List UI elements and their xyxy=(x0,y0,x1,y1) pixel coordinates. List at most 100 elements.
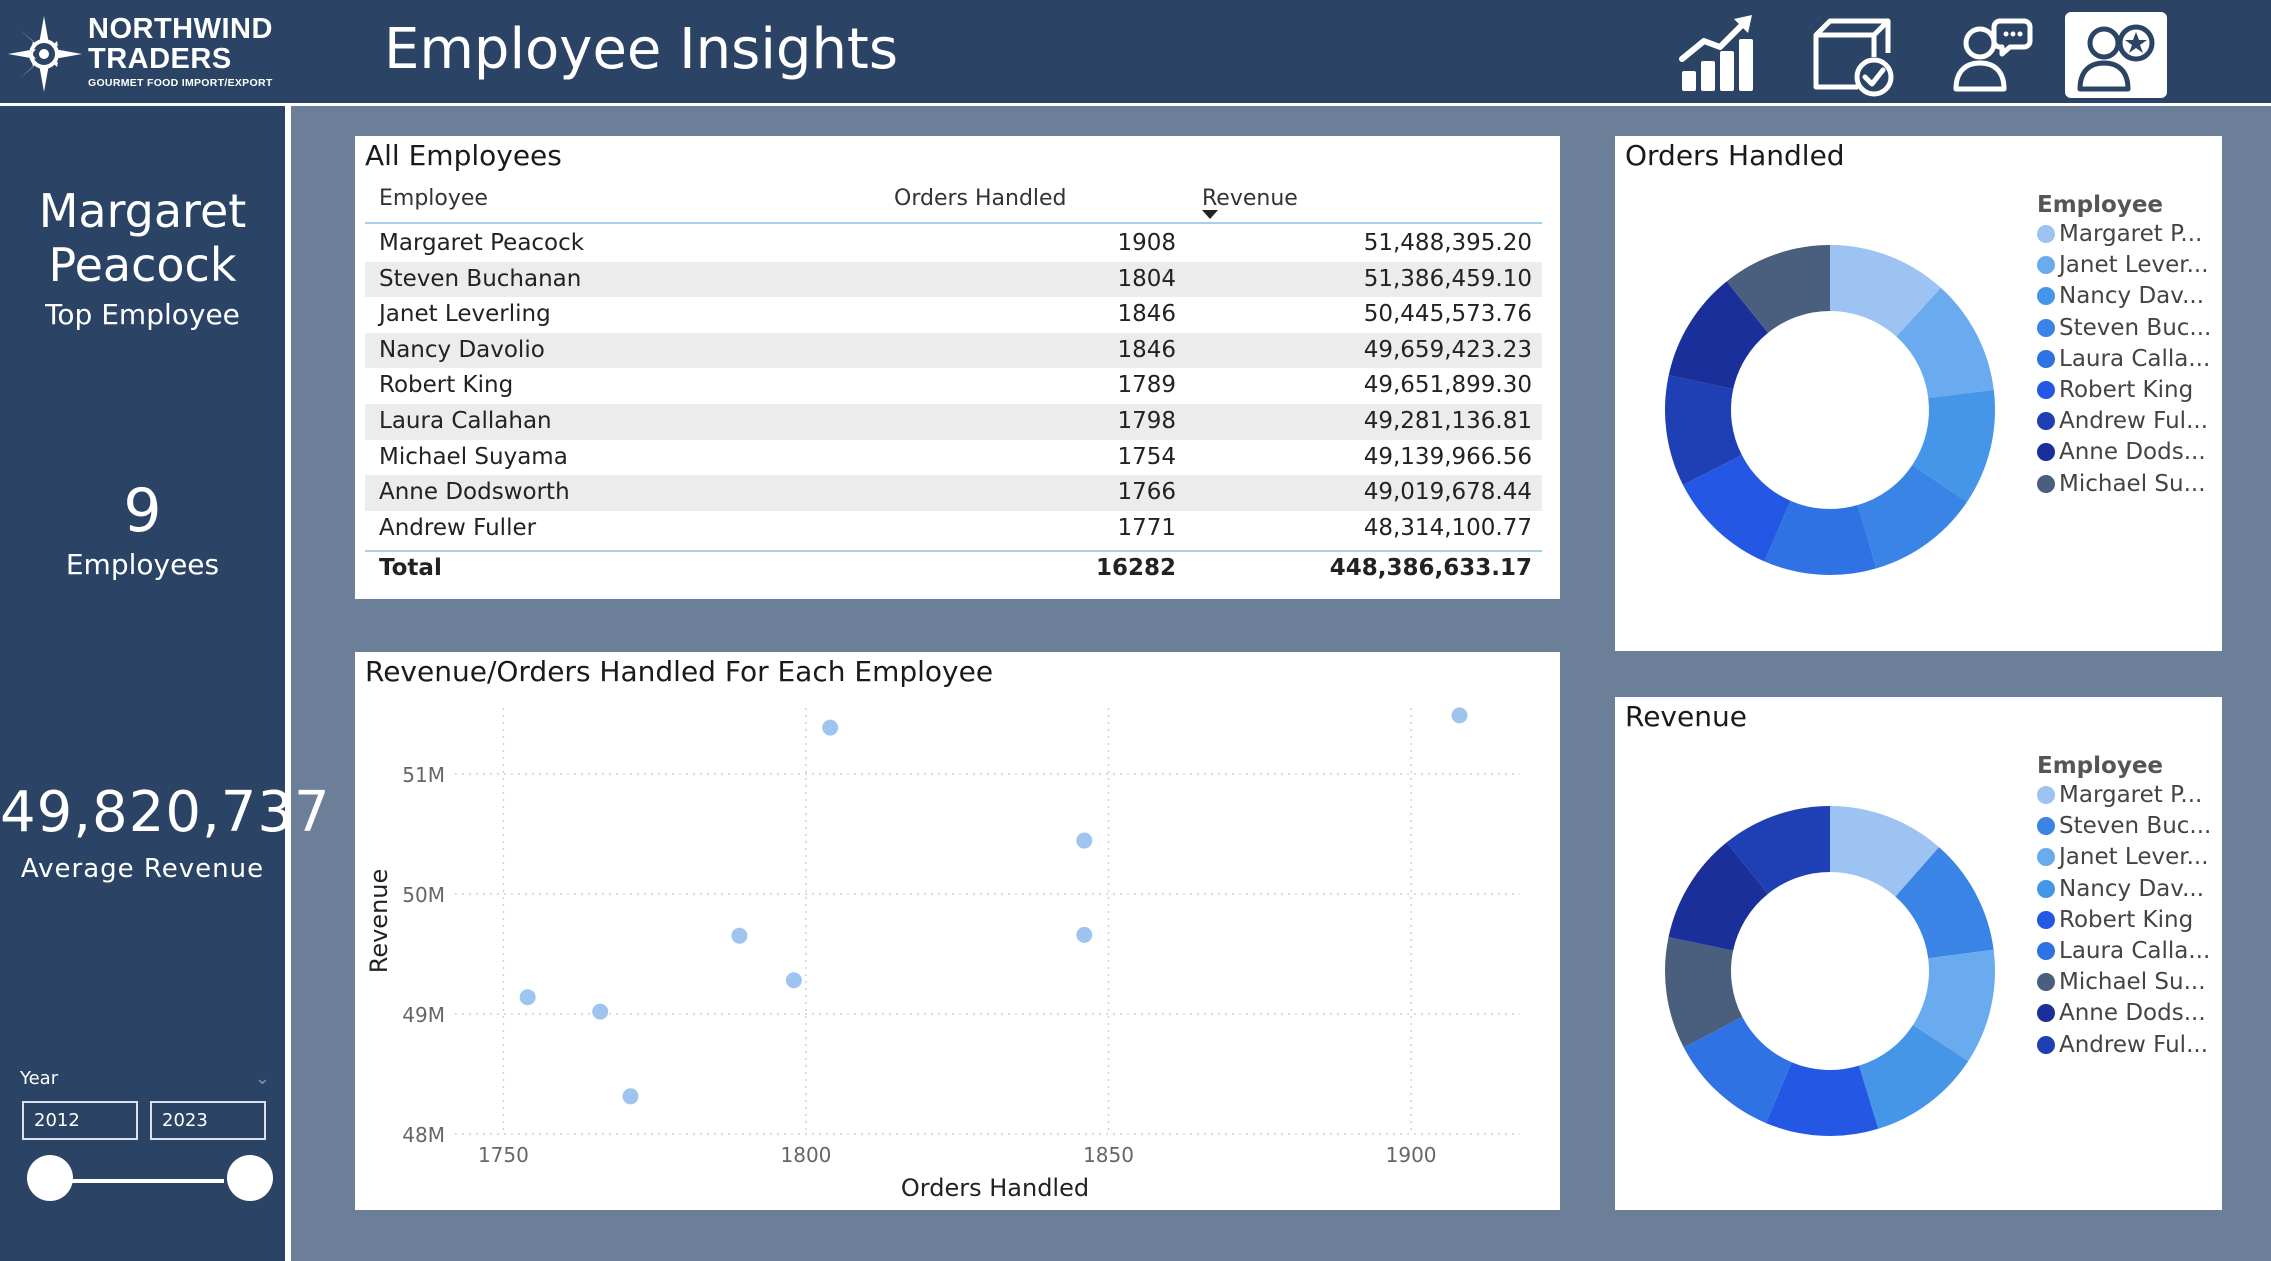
cell-revenue: 51,488,395.20 xyxy=(1363,230,1532,256)
scatter-point xyxy=(731,927,748,944)
cell-revenue: 49,659,423.23 xyxy=(1363,336,1532,363)
table-row[interactable]: Nancy Davolio 1846 49,659,423.23 xyxy=(365,332,1542,369)
year-max-input[interactable]: 2023 xyxy=(150,1101,266,1140)
year-min-input[interactable]: 2012 xyxy=(22,1101,138,1140)
orders-donut-panel: Orders Handled Employee Margaret P... Jane… xyxy=(1615,136,2222,651)
table-row[interactable]: Laura Callahan 1798 49,281,136.81 xyxy=(365,404,1542,440)
table-row[interactable]: Andrew Fuller 1771 48,314,100.77 xyxy=(365,511,1542,547)
table-row[interactable]: Steven Buchanan 1804 51,386,459.10 xyxy=(365,261,1542,298)
legend-item[interactable]: Janet Lever... xyxy=(2037,844,2209,870)
legend-item[interactable]: Margaret P... xyxy=(2037,221,2202,247)
cell-orders: 1908 xyxy=(1117,230,1176,256)
legend-item[interactable]: Laura Calla... xyxy=(2037,938,2210,964)
x-tick-label: 1800 xyxy=(781,1143,832,1167)
legend-marker xyxy=(2037,817,2055,836)
legend-label: Janet Lever... xyxy=(2059,844,2209,871)
legend-item[interactable]: Anne Dods... xyxy=(2037,439,2206,465)
legend-item[interactable]: Janet Lever... xyxy=(2037,252,2209,278)
legend-marker xyxy=(2037,349,2055,368)
legend-marker xyxy=(2037,942,2055,960)
legend-marker xyxy=(2037,879,2055,898)
x-tick-label: 1900 xyxy=(1386,1143,1437,1167)
legend-item[interactable]: Andrew Ful... xyxy=(2037,408,2208,434)
legend-item[interactable]: Steven Buc... xyxy=(2037,813,2211,839)
legend-label: Michael Su... xyxy=(2059,470,2206,497)
year-slider-max-handle[interactable] xyxy=(227,1155,273,1201)
legend-title: Employee xyxy=(2037,192,2164,218)
legend-item[interactable]: Michael Su... xyxy=(2037,471,2206,497)
scatter-chart: 48M 49M 50M 51M 1750 1800 1850 1900 Orders Handl… xyxy=(365,707,1520,1202)
scatter-point xyxy=(1076,926,1093,943)
cell-orders: 1771 xyxy=(1117,514,1176,541)
legend-item[interactable]: Anne Dods... xyxy=(2037,1000,2206,1026)
legend-item[interactable]: Steven Buc... xyxy=(2037,315,2211,341)
header-bar: NORTHWIND TRADERS GOURMET FOOD IMPORT/EX… xyxy=(0,0,2271,103)
legend-item[interactable]: Nancy Dav... xyxy=(2037,876,2204,902)
table-row[interactable]: Robert King 1789 49,651,899.30 xyxy=(365,368,1542,404)
cell-revenue: 49,139,966.56 xyxy=(1363,443,1532,470)
cell-orders: 1804 xyxy=(1117,265,1176,292)
cell-orders: 1846 xyxy=(1117,336,1176,363)
sales-chart-icon xyxy=(1679,15,1753,91)
cell-orders: 1846 xyxy=(1117,301,1176,328)
table-row[interactable]: Janet Leverling 1846 50,445,573.76 xyxy=(365,297,1542,333)
legend-marker xyxy=(2037,786,2055,804)
cell-revenue: 49,281,136.81 xyxy=(1363,408,1532,434)
chevron-down-icon[interactable]: ⌄ xyxy=(255,1068,270,1089)
column-header-orders[interactable]: Orders Handled xyxy=(894,186,1067,211)
legend-marker xyxy=(2037,443,2055,462)
legend-label: Michael Su... xyxy=(2059,969,2206,996)
top-employee-card: Margaret Peacock Top Employee xyxy=(0,184,285,332)
y-axis-label: Revenue xyxy=(365,869,393,974)
nav-sales-button[interactable] xyxy=(1665,12,1767,98)
table-row[interactable]: Margaret Peacock 1908 51,488,395.20 xyxy=(365,226,1542,262)
cell-orders: 1754 xyxy=(1117,443,1176,470)
customers-chat-icon xyxy=(1953,18,2033,92)
nav-customers-button[interactable] xyxy=(1941,12,2043,98)
brand-line-2: TRADERS xyxy=(88,43,232,75)
legend-label: Andrew Ful... xyxy=(2059,408,2209,435)
year-slicer: Year ⌄ 2012 2023 xyxy=(20,1068,270,1168)
legend-item[interactable]: Laura Calla... xyxy=(2037,346,2210,372)
revenue-donut-panel: Revenue Employee Margaret P... Steven Buc.… xyxy=(1615,697,2222,1210)
average-revenue-value: 49,820,737 xyxy=(0,780,331,845)
cell-orders: 1766 xyxy=(1117,479,1176,506)
legend-item[interactable]: Robert King xyxy=(2037,377,2193,403)
table-header: Employee Orders Handled Revenue xyxy=(365,180,1542,224)
scatter-point xyxy=(519,989,536,1006)
year-slider-min-handle[interactable] xyxy=(27,1155,73,1201)
scatter-point xyxy=(622,1088,639,1105)
legend-label: Andrew Ful... xyxy=(2059,1031,2209,1058)
top-employee-label: Top Employee xyxy=(45,298,240,331)
legend-item[interactable]: Nancy Dav... xyxy=(2037,283,2204,309)
legend-label: Margaret P... xyxy=(2059,782,2203,808)
year-slicer-title: Year xyxy=(20,1068,59,1089)
table-row[interactable]: Anne Dodsworth 1766 49,019,678.44 xyxy=(365,475,1542,511)
average-revenue-card: 49,820,737 Average Revenue xyxy=(0,780,331,886)
legend-marker xyxy=(2037,910,2055,929)
y-tick-label: 51M xyxy=(402,763,445,787)
column-header-revenue[interactable]: Revenue xyxy=(1202,186,1298,211)
nav-products-button[interactable] xyxy=(1801,12,1903,98)
column-header-employee[interactable]: Employee xyxy=(379,186,488,211)
legend-item[interactable]: Andrew Ful... xyxy=(2037,1032,2208,1058)
scatter-panel: Revenue/Orders Handled For Each Employee… xyxy=(355,652,1560,1210)
legend-marker xyxy=(2037,256,2055,275)
legend-marker xyxy=(2037,287,2055,306)
cell-orders: 1789 xyxy=(1117,372,1176,399)
sidebar-divider xyxy=(285,106,291,1261)
cell-employee: Janet Leverling xyxy=(379,301,551,328)
legend-item[interactable]: Margaret P... xyxy=(2037,782,2202,808)
legend-label: Anne Dods... xyxy=(2059,439,2206,466)
legend-title: Employee xyxy=(2037,753,2164,779)
table-row[interactable]: Michael Suyama 1754 49,139,966.56 xyxy=(365,440,1542,476)
y-tick-label: 50M xyxy=(402,883,445,907)
legend-item[interactable]: Robert King xyxy=(2037,907,2193,933)
cell-employee: Margaret Peacock xyxy=(379,230,585,256)
brand-line-1: NORTHWIND xyxy=(88,13,273,45)
legend-marker xyxy=(2037,225,2055,243)
nav-employees-button[interactable] xyxy=(2065,12,2167,98)
cell-revenue: 49,019,678.44 xyxy=(1363,479,1532,506)
cell-revenue: 51,386,459.10 xyxy=(1363,265,1532,292)
legend-item[interactable]: Michael Su... xyxy=(2037,969,2206,995)
